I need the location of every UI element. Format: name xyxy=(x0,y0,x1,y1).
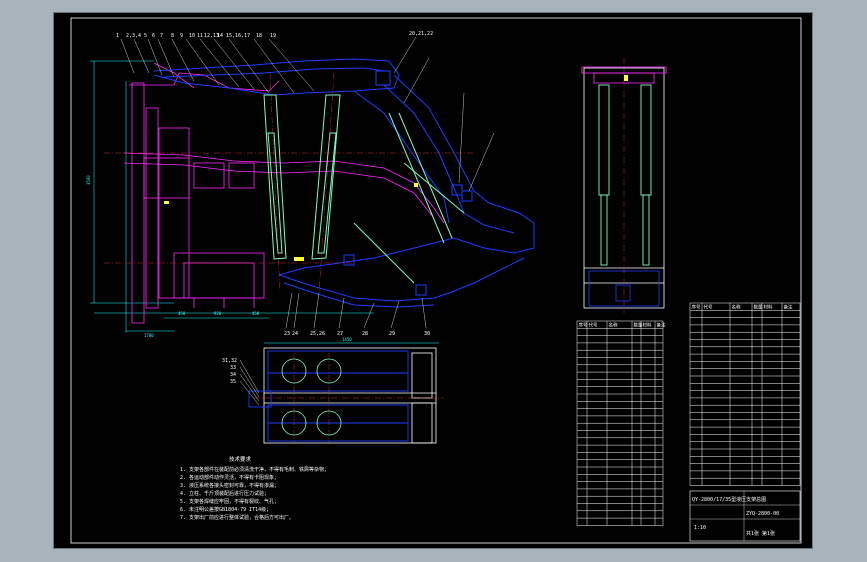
balloon-13: 18 xyxy=(256,33,262,39)
drawing-sheet: 3500 450 920 450 1700 1 2,3,4 5 6 7 8 9 … xyxy=(53,12,813,549)
balloon-23: 23 xyxy=(284,331,290,337)
balloon-12: 15,16,17 xyxy=(226,33,250,39)
balloon-15: 20,21,22 xyxy=(409,31,433,37)
plan-view: 1450 31,32 33 34 35 xyxy=(222,337,444,444)
balloon-4: 6 xyxy=(152,33,155,39)
tech-line-4: 4. 立柱、千斤顶装配后进行压力试验； xyxy=(180,490,269,497)
table-header-cell: 材料 xyxy=(643,321,652,328)
tech-line-7: 7. 支架出厂前应进行整体试验，合格后方可出厂。 xyxy=(180,514,294,521)
balloon-1: 1 xyxy=(116,33,119,39)
tech-line-5: 5. 支架各焊缝应牢固，不得有裂纹、气孔； xyxy=(180,498,279,505)
table-outline xyxy=(689,302,801,486)
dim-base-1: 450 xyxy=(178,311,186,316)
table-header-cell: 代号 xyxy=(589,321,598,328)
side-view xyxy=(581,58,667,313)
hydraulic-legs xyxy=(263,94,465,284)
balloon-plan-34: 34 xyxy=(230,372,236,378)
tech-line-3: 3. 液压系统各接头密封可靠，不得有渗漏； xyxy=(180,482,279,489)
balloon-29: 29 xyxy=(389,331,395,337)
table-header-cell: 备注 xyxy=(784,303,793,310)
balloon-5: 7 xyxy=(160,33,163,39)
balloon-plan-35: 35 xyxy=(230,379,236,385)
balloon-8: 10 xyxy=(189,33,195,39)
parts-list-b: 序号 代号 名称 数量 材料 备注 xyxy=(689,302,801,486)
balloon-24: 24 xyxy=(292,331,298,337)
tech-line-1: 1. 支架各部件在装配前必须清洗干净，不得有毛刺、铁屑等杂物； xyxy=(180,466,329,473)
leader-lines xyxy=(120,36,495,192)
title-block: QY-2800/17/35型液压支架总图 ZYQ-2800-00 1:10 共1… xyxy=(689,490,801,542)
dim-overall-height: 3500 xyxy=(86,175,91,185)
dim-min-height: 1700 xyxy=(144,333,154,338)
elevation-view: 3500 450 920 450 1700 1 2,3,4 5 6 7 8 9 … xyxy=(86,31,535,338)
table-header-cell: 代号 xyxy=(704,303,713,310)
balloon-11: 14 xyxy=(217,33,223,39)
parts-list-a: 序号 代号 名称 数量 材料 备注 xyxy=(576,320,666,526)
balloon-plan-31: 31,32 xyxy=(222,358,237,364)
balloon-14: 19 xyxy=(270,33,276,39)
balloon-25: 25,26 xyxy=(310,331,325,337)
title-project: QY-2800/17/35型液压支架总图 xyxy=(692,496,766,503)
table-header-cell: 材料 xyxy=(764,303,773,310)
balloon-3: 5 xyxy=(144,33,147,39)
title-drawing-number: ZYQ-2800-00 xyxy=(746,511,779,517)
dim-plan-width: 1450 xyxy=(342,337,352,342)
technical-requirements: 技术要求 1. 支架各部件在装配前必须清洗干净，不得有毛刺、铁屑等杂物； 2. … xyxy=(180,455,329,521)
balloon-plan-33: 33 xyxy=(230,365,236,371)
table-header-cell: 名称 xyxy=(732,303,741,310)
table-header-cell: 数量 xyxy=(754,303,763,310)
drawing-frame xyxy=(70,17,802,544)
balloon-9: 11 xyxy=(197,33,203,39)
balloon-28: 28 xyxy=(362,331,368,337)
balloon-labels-bottom: 23 24 25,26 27 28 29 30 xyxy=(284,331,430,337)
table-header-cell: 序号 xyxy=(579,321,588,328)
title-scale: 1:10 xyxy=(694,525,706,531)
dim-base-2: 920 xyxy=(214,311,222,316)
table-header-cell: 序号 xyxy=(692,303,701,310)
base-beam xyxy=(123,62,445,324)
balloon-2: 2,3,4 xyxy=(126,33,141,39)
table-header-cell: 备注 xyxy=(657,321,666,328)
tech-line-6: 6. 未注明公差按GB1804-79 IT14级； xyxy=(180,506,271,513)
table-header-cell: 名称 xyxy=(609,321,618,328)
canopy-structure xyxy=(153,58,535,308)
balloon-7: 9 xyxy=(180,33,183,39)
tech-heading: 技术要求 xyxy=(229,455,252,463)
title-sheet: 共1张 第1张 xyxy=(746,530,775,537)
balloon-30: 30 xyxy=(424,331,430,337)
cad-drawing: 3500 450 920 450 1700 1 2,3,4 5 6 7 8 9 … xyxy=(70,17,802,544)
dim-base-3: 450 xyxy=(252,311,260,316)
tech-line-2: 2. 各运动部件动作灵活，不得有卡阻现象； xyxy=(180,474,279,481)
balloon-labels-top: 1 2,3,4 5 6 7 8 9 10 11 12,13 14 15,16,1… xyxy=(116,31,433,39)
balloon-6: 8 xyxy=(171,33,174,39)
